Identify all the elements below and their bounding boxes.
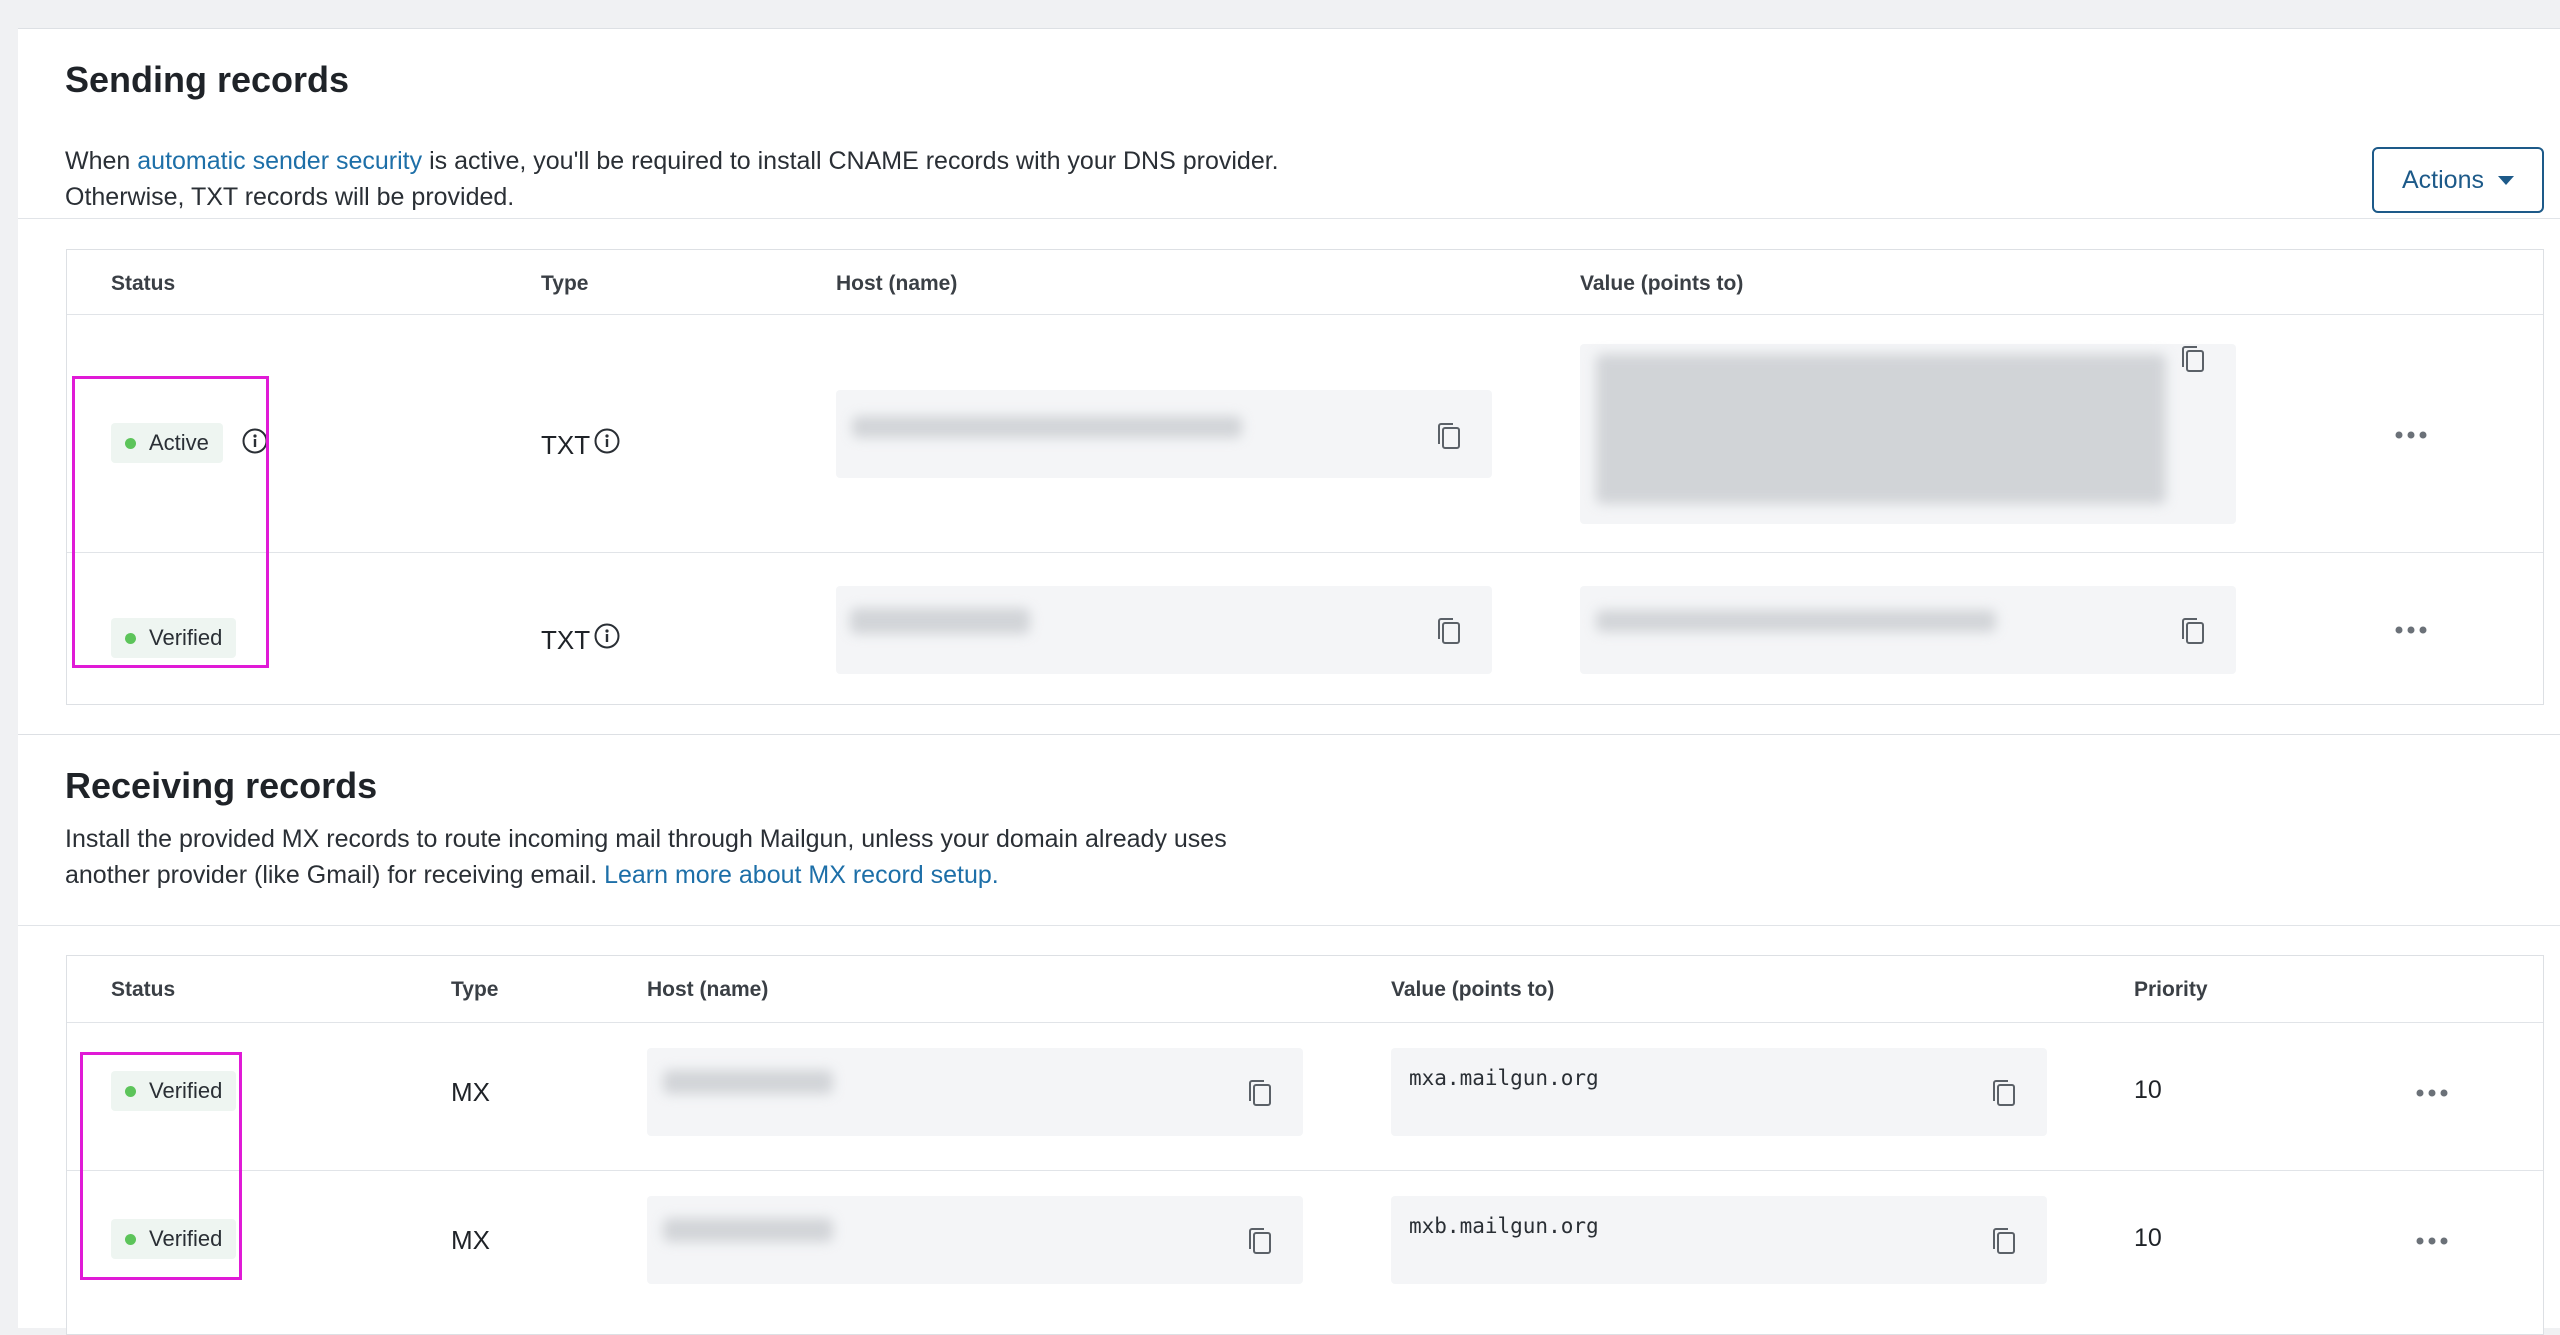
priority-value: 10 — [2134, 1224, 2162, 1252]
sending-records-panel: Sending records When automatic sender se… — [18, 28, 2560, 736]
receiving-records-table: Status Type Host (name) Value (points to… — [66, 955, 2544, 1335]
host-field[interactable] — [647, 1048, 1303, 1136]
priority-value: 10 — [2134, 1076, 2162, 1104]
value-field[interactable]: mxa.mailgun.org — [1391, 1048, 2047, 1136]
desc-text: is active, you'll be required to install… — [422, 147, 1279, 175]
redacted-host — [663, 1218, 833, 1242]
desc-text-line2: Otherwise, TXT records will be provided. — [65, 183, 515, 211]
redacted-host — [663, 1070, 833, 1094]
caret-down-icon — [2497, 175, 2514, 185]
automatic-sender-security-link[interactable]: automatic sender security — [137, 147, 422, 175]
desc-text: Install the provided MX records to route… — [65, 825, 1227, 853]
copy-icon[interactable] — [2180, 344, 2206, 374]
copy-icon[interactable] — [1991, 1078, 2017, 1108]
redacted-host — [850, 608, 1030, 634]
actions-label: Actions — [2402, 165, 2484, 194]
annotation-highlight — [72, 376, 269, 668]
divider — [18, 218, 2560, 219]
col-type: Type — [451, 978, 499, 1001]
mx-record-setup-link[interactable]: Learn more about MX record setup. — [604, 861, 999, 889]
desc-text: another provider (like Gmail) for receiv… — [65, 861, 605, 889]
redacted-host — [852, 416, 1242, 438]
info-icon[interactable] — [594, 428, 620, 454]
sending-records-description: When automatic sender security is active… — [65, 143, 1365, 215]
host-field[interactable] — [836, 586, 1492, 674]
copy-icon[interactable] — [2180, 616, 2206, 646]
receiving-records-description: Install the provided MX records to route… — [65, 821, 1365, 893]
row-divider — [67, 1170, 2543, 1171]
copy-icon[interactable] — [1247, 1226, 1273, 1256]
col-status: Status — [111, 272, 176, 295]
more-horizontal-icon[interactable] — [2395, 430, 2427, 440]
col-status: Status — [111, 978, 176, 1001]
receiving-records-panel: Receiving records Install the provided M… — [18, 734, 2560, 1335]
copy-icon[interactable] — [1436, 616, 1462, 646]
redacted-value — [1596, 610, 1996, 632]
more-horizontal-icon[interactable] — [2416, 1236, 2448, 1246]
col-host: Host (name) — [647, 978, 769, 1001]
more-horizontal-icon[interactable] — [2416, 1088, 2448, 1098]
mx-value: mxb.mailgun.org — [1409, 1214, 1599, 1238]
value-field[interactable] — [1580, 344, 2236, 524]
record-type: MX — [451, 1077, 490, 1107]
copy-icon[interactable] — [1991, 1226, 2017, 1256]
col-priority: Priority — [2134, 978, 2208, 1001]
desc-text: When — [65, 147, 138, 175]
sending-records-title: Sending records — [65, 59, 350, 100]
info-icon[interactable] — [594, 623, 620, 649]
copy-icon[interactable] — [1247, 1078, 1273, 1108]
col-host: Host (name) — [836, 272, 958, 295]
host-field[interactable] — [647, 1196, 1303, 1284]
header-divider — [67, 314, 2543, 315]
row-divider — [67, 552, 2543, 553]
record-type: MX — [451, 1225, 490, 1255]
sending-records-table: Status Type Host (name) Value (points to… — [66, 249, 2544, 705]
col-type: Type — [541, 272, 589, 295]
redacted-value — [1596, 354, 2166, 504]
actions-button[interactable]: Actions — [2372, 147, 2544, 213]
more-horizontal-icon[interactable] — [2395, 625, 2427, 635]
copy-icon[interactable] — [1436, 421, 1462, 451]
col-value: Value (points to) — [1391, 978, 1555, 1001]
header-divider — [67, 1022, 2543, 1023]
record-type: TXT — [541, 625, 591, 655]
value-field[interactable]: mxb.mailgun.org — [1391, 1196, 2047, 1284]
divider — [18, 925, 2560, 926]
record-type: TXT — [541, 430, 591, 460]
mx-value: mxa.mailgun.org — [1409, 1066, 1599, 1090]
col-value: Value (points to) — [1580, 272, 1744, 295]
host-field[interactable] — [836, 390, 1492, 478]
receiving-records-title: Receiving records — [65, 765, 378, 806]
annotation-highlight — [80, 1052, 242, 1280]
value-field[interactable] — [1580, 586, 2236, 674]
